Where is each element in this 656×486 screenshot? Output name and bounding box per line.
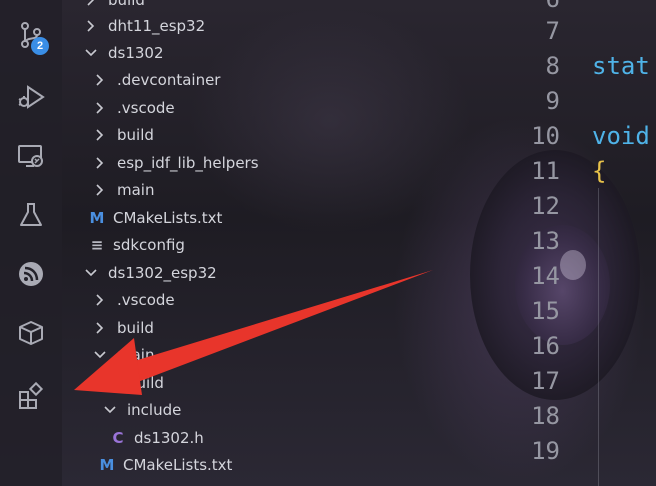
line-number: 18 — [531, 402, 560, 430]
line-number: 13 — [531, 227, 560, 255]
tree-folder-ds1302[interactable]: ds1302 — [62, 39, 434, 66]
tree-item-label: main — [117, 180, 155, 199]
tree-folder-vscode[interactable]: .vscode — [62, 286, 434, 313]
tree-folder-dht11-esp32[interactable]: dht11_esp32 — [62, 12, 434, 39]
chevron-right-icon — [93, 128, 107, 142]
tree-item-label: build — [108, 0, 145, 9]
chevron-right-icon — [103, 376, 117, 390]
remote-explorer-icon[interactable] — [12, 137, 50, 175]
code-line-11[interactable]: { — [592, 154, 606, 189]
container-icon[interactable] — [12, 314, 50, 352]
line-number: 19 — [531, 437, 560, 465]
tree-folder-build[interactable]: build — [62, 369, 434, 396]
line-number: 10 — [531, 122, 560, 150]
tree-item-label: .vscode — [117, 98, 175, 117]
espressif-icon[interactable] — [12, 255, 50, 293]
tree-item-label: .devcontainer — [117, 70, 221, 89]
run-debug-icon[interactable] — [12, 78, 50, 116]
tree-item-label: build — [117, 318, 154, 337]
line-number: 15 — [531, 297, 560, 325]
cmake-file-icon: M — [89, 208, 105, 227]
tree-item-label: ds1302_esp32 — [108, 263, 217, 282]
line-number: 11 — [531, 157, 560, 185]
chevron-down-icon — [103, 403, 117, 417]
tree-item-label: CMakeLists.txt — [113, 208, 223, 227]
tree-folder-vscode[interactable]: .vscode — [62, 94, 434, 121]
indent-guide — [598, 188, 599, 486]
chevron-down-icon — [93, 348, 107, 362]
tree-item-label: dht11_esp32 — [108, 16, 206, 35]
activity-bar: 2 — [0, 0, 62, 486]
chevron-right-icon — [93, 73, 107, 87]
code-line-10[interactable]: void — [592, 119, 650, 154]
line-number: 8 — [545, 52, 560, 80]
tree-item-label: include — [127, 400, 182, 419]
line-number: 17 — [531, 367, 560, 395]
line-number: 9 — [545, 87, 560, 115]
tree-item-label: build — [127, 373, 164, 392]
chevron-right-icon — [93, 293, 107, 307]
cmake-file-icon: M — [99, 455, 115, 474]
tree-folder-devcontainer[interactable]: .devcontainer — [62, 66, 434, 93]
source-control-badge: 2 — [31, 37, 49, 55]
tree-item-label: main — [117, 345, 155, 364]
line-number: 7 — [545, 17, 560, 45]
tree-item-label: .vscode — [117, 290, 175, 309]
chevron-right-icon — [93, 101, 107, 115]
tree-item-label: ds1302 — [108, 43, 164, 62]
chevron-right-icon — [84, 0, 98, 7]
c-header-file-icon: C — [112, 428, 124, 447]
tree-file-cmakelists[interactable]: M CMakeLists.txt — [62, 451, 434, 478]
line-number: 12 — [531, 192, 560, 220]
testing-icon[interactable] — [12, 196, 50, 234]
chevron-down-icon — [84, 266, 98, 280]
tree-file-cmakelists[interactable]: M CMakeLists.txt — [62, 204, 434, 231]
tree-folder-ds1302-esp32[interactable]: ds1302_esp32 — [62, 259, 434, 286]
line-number-gutter: 6 7 8 9 10 11 12 13 14 15 16 17 18 19 — [510, 0, 580, 486]
line-number: 14 — [531, 262, 560, 290]
tree-file-ds1302-h[interactable]: C ds1302.h — [62, 424, 434, 451]
chevron-right-icon — [93, 183, 107, 197]
tree-folder-esp-idf-lib-helpers[interactable]: esp_idf_lib_helpers — [62, 149, 434, 176]
tree-item-label: build — [117, 125, 154, 144]
tree-folder-include[interactable]: include — [62, 396, 434, 423]
tree-folder-build[interactable]: build — [62, 314, 434, 341]
config-file-icon: ≡ — [90, 235, 104, 254]
extensions-icon[interactable] — [12, 377, 50, 415]
chevron-right-icon — [93, 156, 107, 170]
line-number: 16 — [531, 332, 560, 360]
explorer-tree: build dht11_esp32 ds1302 .devcontainer .… — [62, 0, 434, 486]
tree-folder-main[interactable]: main — [62, 341, 434, 368]
chevron-right-icon — [84, 19, 98, 33]
tree-file-sdkconfig[interactable]: ≡ sdkconfig — [62, 231, 434, 258]
tree-item-label: sdkconfig — [113, 235, 185, 254]
chevron-right-icon — [93, 321, 107, 335]
chevron-down-icon — [84, 46, 98, 60]
tree-folder-main[interactable]: main — [62, 176, 434, 203]
code-line-8[interactable]: stat — [592, 49, 650, 84]
tree-item-label: ds1302.h — [134, 428, 204, 447]
tree-item-label: CMakeLists.txt — [123, 455, 233, 474]
tree-folder-build[interactable]: build — [62, 121, 434, 148]
tree-item-label: esp_idf_lib_helpers — [117, 153, 259, 172]
